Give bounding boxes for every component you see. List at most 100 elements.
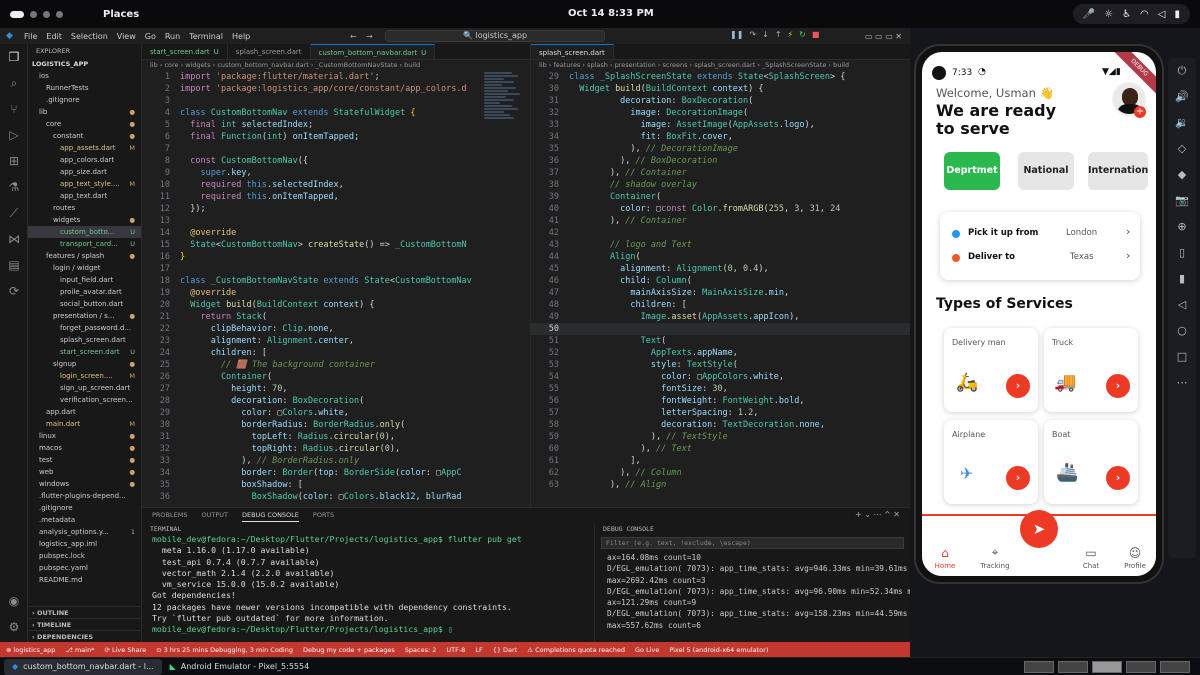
file-tree-item[interactable]: web ● [28, 466, 141, 478]
left-breadcrumb[interactable]: lib › core › widgets › custom_bottom_nav… [142, 60, 530, 71]
restart-icon[interactable]: ↻ [799, 30, 806, 39]
file-tree-item[interactable]: constant ● [28, 130, 141, 142]
file-tree-item[interactable]: macos ● [28, 442, 141, 454]
file-tree-item[interactable]: widgets ● [28, 214, 141, 226]
workspace-switcher[interactable] [1024, 661, 1190, 673]
debug-filter-input[interactable]: Filter (e.g. text, !exclude, \escape) [601, 537, 904, 549]
menu-item-selection[interactable]: Selection [71, 32, 108, 41]
service-card-airplane[interactable]: Airplane ✈ › [944, 420, 1038, 504]
search-icon[interactable]: ⌕ [0, 70, 28, 96]
emulator-screenshot-icon[interactable]: 📷 [1168, 188, 1196, 214]
taskbar-vscode[interactable]: ◆ custom_bottom_navbar.dart - l... [4, 658, 162, 675]
flutter-icon[interactable]: ⟋ [0, 200, 28, 226]
menu-item-terminal[interactable]: Terminal [189, 32, 223, 41]
debug-console[interactable]: DEBUG CONSOLE Filter (e.g. text, !exclud… [594, 524, 912, 643]
step-into-icon[interactable]: ↓ [762, 30, 769, 39]
nav-back-icon[interactable]: ← [350, 32, 357, 41]
terminal[interactable]: TERMINAL mobile_dev@fedora:~/Desktop/Flu… [142, 524, 589, 643]
file-tree-item[interactable]: pubspec.yaml [28, 562, 141, 574]
emulator-unfold-icon[interactable]: ▮ [1168, 266, 1196, 292]
status-item[interactable]: UTF-8 [446, 646, 465, 654]
file-tree-item[interactable]: app_assets.dart M [28, 142, 141, 154]
panel-tab-ports[interactable]: PORTS [313, 508, 334, 522]
right-breadcrumb[interactable]: lib › features › splash › presentation ›… [530, 60, 910, 71]
file-tree-item[interactable]: pubspec.lock [28, 550, 141, 562]
file-tree-item[interactable]: windows ● [28, 478, 141, 490]
file-tree-item[interactable]: core ● [28, 118, 141, 130]
service-arrow-button[interactable]: › [1106, 466, 1130, 490]
file-tree-item[interactable]: sign_up_screen.dart [28, 382, 141, 394]
nav-profile[interactable]: ☺ Profile [1112, 546, 1156, 570]
account-icon[interactable]: ◉ [0, 588, 28, 614]
file-tree-item[interactable]: signup ● [28, 358, 141, 370]
file-tree-item[interactable]: presentation / s... ● [28, 310, 141, 322]
step-over-icon[interactable]: ↷ [749, 30, 756, 39]
nav-forward-icon[interactable]: → [366, 32, 373, 41]
explorer-section-timeline[interactable]: › TIMELINE [28, 618, 141, 630]
status-item[interactable]: {} Dart [493, 646, 518, 654]
service-arrow-button[interactable]: › [1006, 466, 1030, 490]
category-international[interactable]: Internation [1088, 152, 1148, 190]
file-tree-item[interactable]: login_screen.... M [28, 370, 141, 382]
pickup-chevron-icon[interactable]: › [1126, 225, 1130, 238]
file-tree-item[interactable]: transport_card... U [28, 238, 141, 250]
workspace-dots[interactable] [10, 10, 63, 18]
file-tree-item[interactable]: app_colors.dart [28, 154, 141, 166]
explorer-section-outline[interactable]: › OUTLINE [28, 606, 141, 618]
file-tree-item[interactable]: README.md [28, 574, 141, 586]
emulator-rotate-icon[interactable]: ◇ [1168, 136, 1196, 162]
file-tree-item[interactable]: .gitignore [28, 502, 141, 514]
emulator-fold-icon[interactable]: ▯ [1168, 240, 1196, 266]
status-item[interactable]: ⎇ main* [65, 646, 94, 654]
file-tree-item[interactable]: test ● [28, 454, 141, 466]
file-tree-item[interactable]: .gitignore [28, 94, 141, 106]
command-center-search[interactable]: 🔍 logistics_app [385, 30, 605, 42]
stop-icon[interactable]: ■ [812, 30, 820, 39]
service-card-delivery-man[interactable]: Delivery man 🛵 › [944, 328, 1038, 412]
emulator-volume-down-icon[interactable]: 🔉 [1168, 110, 1196, 136]
editor-tab[interactable]: custom_bottom_navbar.dart U [310, 44, 436, 59]
nav-home[interactable]: ⌂ Home [922, 546, 968, 570]
status-item[interactable]: Spaces: 2 [405, 646, 437, 654]
places-menu[interactable]: Places [103, 9, 139, 20]
pause-icon[interactable]: ❚❚ [730, 30, 743, 39]
service-card-boat[interactable]: Boat 🚢 › [1044, 420, 1138, 504]
emulator-power-icon[interactable]: ⏻ [1168, 58, 1196, 84]
file-tree-item[interactable]: .metadata [28, 514, 141, 526]
emulator-home-icon[interactable]: ○ [1168, 318, 1196, 344]
nav-tracking[interactable]: ⌖ Tracking [972, 545, 1018, 570]
emulator-zoom-icon[interactable]: ⊕ [1168, 214, 1196, 240]
file-tree-item[interactable]: analysis_options.y... 1 [28, 526, 141, 538]
deliver-chevron-icon[interactable]: › [1126, 249, 1130, 262]
deliver-value[interactable]: Texas [1070, 252, 1094, 262]
file-tree-item[interactable]: app_text_style.... M [28, 178, 141, 190]
file-tree-item[interactable]: logistics_app.iml [28, 538, 141, 550]
add-avatar-icon[interactable]: + [1134, 106, 1146, 118]
file-tree-item[interactable]: start_screen.dart U [28, 346, 141, 358]
emulator-volume-up-icon[interactable]: 🔊 [1168, 84, 1196, 110]
status-item[interactable]: ⊙ 3 hrs 25 mins Debugging, 3 min Coding [156, 646, 293, 654]
menu-item-edit[interactable]: Edit [46, 32, 62, 41]
file-tree-item[interactable]: app_text.dart [28, 190, 141, 202]
status-item[interactable]: Go Live [635, 646, 659, 654]
debug-toolbar[interactable]: ❚❚ ↷ ↓ ↑ ⚡ ↻ ■ [730, 30, 819, 39]
file-tree-item[interactable]: verification_screen... [28, 394, 141, 406]
menu-item-help[interactable]: Help [232, 32, 250, 41]
emulator-more-icon[interactable]: ⋯ [1168, 370, 1196, 396]
file-tree-item[interactable]: app.dart [28, 406, 141, 418]
panel-tab-problems[interactable]: PROBLEMS [152, 508, 187, 522]
menu-item-go[interactable]: Go [145, 32, 156, 41]
file-tree-item[interactable]: input_field.dart [28, 274, 141, 286]
file-tree-item[interactable]: forget_password.d... [28, 322, 141, 334]
service-card-truck[interactable]: Truck 🚚 › [1044, 328, 1138, 412]
source-control-icon[interactable]: ⑂ [0, 96, 28, 122]
category-national[interactable]: National [1018, 152, 1074, 190]
service-arrow-button[interactable]: › [1106, 374, 1130, 398]
file-tree-item[interactable]: RunnerTests [28, 82, 141, 94]
file-tree-item[interactable]: login / widget [28, 262, 141, 274]
send-fab-button[interactable]: ➤ [1020, 510, 1058, 548]
service-arrow-button[interactable]: › [1006, 374, 1030, 398]
extensions-icon[interactable]: ⊞ [0, 148, 28, 174]
file-tree-item[interactable]: proile_avatar.dart [28, 286, 141, 298]
status-item[interactable]: Debug my code + packages [303, 646, 395, 654]
